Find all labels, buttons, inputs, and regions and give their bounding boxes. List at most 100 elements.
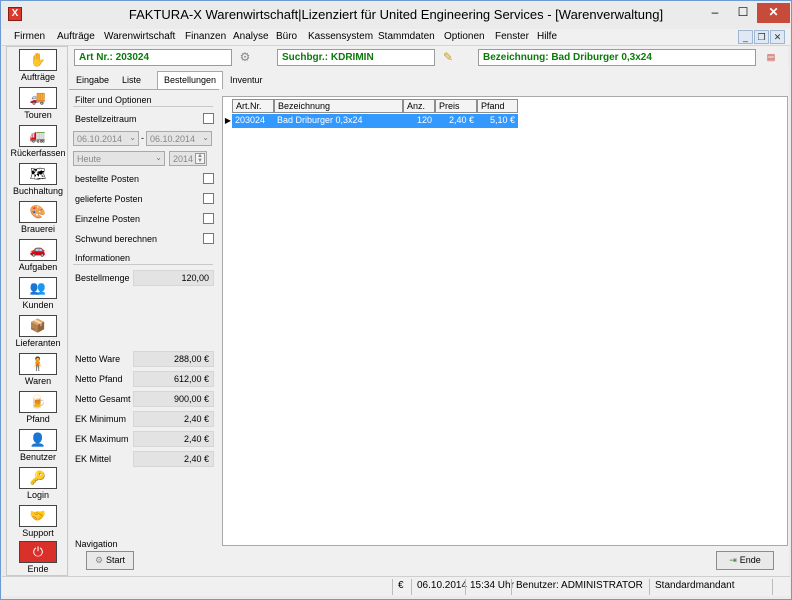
search-term-field[interactable]: Suchbgr.: KDRIMIN xyxy=(277,49,435,66)
option-checkbox-bestellte[interactable] xyxy=(203,173,214,184)
period-select[interactable]: Heute ⌄ xyxy=(73,151,165,166)
sidebar-item-label: Kunden xyxy=(22,300,54,310)
menu-analyse[interactable]: Analyse xyxy=(233,31,269,42)
year-stepper[interactable]: 2014 ▲ ▼ xyxy=(169,151,207,166)
info-value: 288,00 € xyxy=(133,351,214,367)
end-button[interactable]: ⇥ Ende xyxy=(716,551,774,570)
close-button[interactable]: ✕ xyxy=(757,3,790,23)
sidebar-item-label: Ende xyxy=(27,564,49,574)
sidebar-item-touren[interactable]: 🚚 Touren xyxy=(7,86,69,123)
end-button-label: Ende xyxy=(739,555,761,565)
user-icon: 👤 xyxy=(19,429,57,451)
status-date: 06.10.2014 xyxy=(417,580,468,591)
date-to-picker[interactable]: 06.10.2014 ⌄ xyxy=(146,131,212,146)
key-icon: 🔑 xyxy=(19,467,57,489)
divider xyxy=(73,264,213,265)
chevron-down-icon: ⌄ xyxy=(155,153,162,162)
maximize-button[interactable]: ☐ xyxy=(729,3,757,23)
application-window: X FAKTURA-X Warenwirtschaft|Lizenziert f… xyxy=(0,0,792,600)
sidebar-item-ende[interactable]: ⏻ Ende xyxy=(7,540,69,577)
sidebar-item-label: Pfand xyxy=(26,414,50,424)
cell-bezeichnung[interactable]: Bad Driburger 0,3x24 xyxy=(274,114,403,128)
menu-firmen[interactable]: Firmen xyxy=(14,31,45,42)
column-header-preis[interactable]: Preis xyxy=(435,99,477,113)
tab-bestellungen[interactable]: Bestellungen xyxy=(157,71,224,89)
menu-hilfe[interactable]: Hilfe xyxy=(537,31,557,42)
chevron-down-icon: ⌄ xyxy=(129,133,136,142)
mdi-close-button[interactable]: ✕ xyxy=(770,30,785,44)
column-header-anz[interactable]: Anz. xyxy=(403,99,435,113)
divider xyxy=(73,106,213,107)
info-group-title: Informationen xyxy=(75,253,131,263)
menu-fenster[interactable]: Fenster xyxy=(495,31,529,42)
spin-arrows-icon[interactable]: ▲ ▼ xyxy=(195,153,205,164)
sidebar-item-pfand[interactable]: 🍺 Pfand xyxy=(7,390,69,427)
option-checkbox-schwund[interactable] xyxy=(203,233,214,244)
sidebar-item-waren[interactable]: 🧍 Waren xyxy=(7,352,69,389)
minimize-button[interactable]: – xyxy=(701,3,729,23)
sidebar-item-aufgaben[interactable]: 🚗 Aufgaben xyxy=(7,238,69,275)
sidebar-item-label: Touren xyxy=(24,110,52,120)
sidebar-item-brauerei[interactable]: 🎨 Brauerei xyxy=(7,200,69,237)
start-button[interactable]: ⚙ Start xyxy=(86,551,134,570)
menu-kassensystem[interactable]: Kassensystem xyxy=(308,31,373,42)
option-label-einzelne: Einzelne Posten xyxy=(75,214,141,224)
orders-grid[interactable]: Art.Nr. Bezeichnung Anz. Preis Pfand ▶ 2… xyxy=(222,96,788,546)
column-header-artnr[interactable]: Art.Nr. xyxy=(232,99,274,113)
option-checkbox-einzelne[interactable] xyxy=(203,213,214,224)
sidebar-item-login[interactable]: 🔑 Login xyxy=(7,466,69,503)
window-title: FAKTURA-X Warenwirtschaft|Lizenziert für… xyxy=(128,7,664,22)
sidebar-item-auftraege[interactable]: ✋ Aufträge xyxy=(7,48,69,85)
gear-icon[interactable]: ⚙ xyxy=(237,49,253,65)
divider xyxy=(511,579,512,595)
tab-eingabe[interactable]: Eingabe xyxy=(69,71,116,89)
column-header-pfand[interactable]: Pfand xyxy=(477,99,518,113)
cell-artnr[interactable]: 203024 xyxy=(232,114,274,128)
divider xyxy=(465,579,466,595)
order-period-label: Bestellzeitraum xyxy=(75,114,137,124)
sidebar-item-support[interactable]: 🤝 Support xyxy=(7,504,69,541)
pencil-icon[interactable]: ✎ xyxy=(440,49,456,65)
cell-preis[interactable]: 2,40 € xyxy=(435,114,477,128)
sidebar-item-label: Support xyxy=(22,528,54,538)
tab-liste[interactable]: Liste xyxy=(115,71,148,89)
date-from-picker[interactable]: 06.10.2014 ⌄ xyxy=(73,131,139,146)
menu-buero[interactable]: Büro xyxy=(276,31,297,42)
sidebar-item-label: Brauerei xyxy=(20,224,56,234)
description-field[interactable]: Bezeichnung: Bad Driburger 0,3x24 xyxy=(478,49,756,66)
tab-inventur[interactable]: Inventur xyxy=(223,71,270,89)
column-header-bezeichnung[interactable]: Bezeichnung xyxy=(274,99,403,113)
handshake-icon: 🤝 xyxy=(19,505,57,527)
menu-optionen[interactable]: Optionen xyxy=(444,31,485,42)
mdi-minimize-button[interactable]: _ xyxy=(738,30,753,44)
option-checkbox-gelieferte[interactable] xyxy=(203,193,214,204)
divider xyxy=(411,579,412,595)
menu-bar: Firmen Aufträge Warenwirtschaft Finanzen… xyxy=(2,29,790,46)
year-value: 2014 xyxy=(173,154,194,164)
menu-auftraege[interactable]: Aufträge xyxy=(57,31,95,42)
info-label: Netto Ware xyxy=(75,354,121,364)
sidebar-item-buchhaltung[interactable]: 🗺 Buchhaltung xyxy=(7,162,69,199)
module-sidebar: ✋ Aufträge 🚚 Touren 🚛 Rückerfassen 🗺 Buc… xyxy=(6,46,68,576)
menu-stammdaten[interactable]: Stammdaten xyxy=(378,31,435,42)
menu-warenwirtschaft[interactable]: Warenwirtschaft xyxy=(104,31,175,42)
sidebar-item-label: Login xyxy=(26,490,50,500)
menu-finanzen[interactable]: Finanzen xyxy=(185,31,226,42)
sidebar-item-kunden[interactable]: 👥 Kunden xyxy=(7,276,69,313)
order-quantity-value: 120,00 xyxy=(133,270,214,286)
sidebar-item-lieferanten[interactable]: 📦 Lieferanten xyxy=(7,314,69,351)
sidebar-item-label: Lieferanten xyxy=(15,338,61,348)
mdi-restore-button[interactable]: ❐ xyxy=(754,30,769,44)
sidebar-item-benutzer[interactable]: 👤 Benutzer xyxy=(7,428,69,465)
article-number-field[interactable]: Art Nr.: 203024 xyxy=(74,49,232,66)
document-icon[interactable]: ▤ xyxy=(763,49,779,65)
sidebar-item-label: Aufgaben xyxy=(18,262,58,272)
info-value: 2,40 € xyxy=(133,411,214,427)
deposit-icon: 🍺 xyxy=(19,391,57,413)
order-period-checkbox[interactable] xyxy=(203,113,214,124)
sidebar-item-rueckerfassen[interactable]: 🚛 Rückerfassen xyxy=(7,124,69,161)
exit-door-icon: ⇥ xyxy=(729,555,737,565)
cell-anz[interactable]: 120 xyxy=(403,114,435,128)
suppliers-icon: 📦 xyxy=(19,315,57,337)
cell-pfand[interactable]: 5,10 € xyxy=(477,114,518,128)
